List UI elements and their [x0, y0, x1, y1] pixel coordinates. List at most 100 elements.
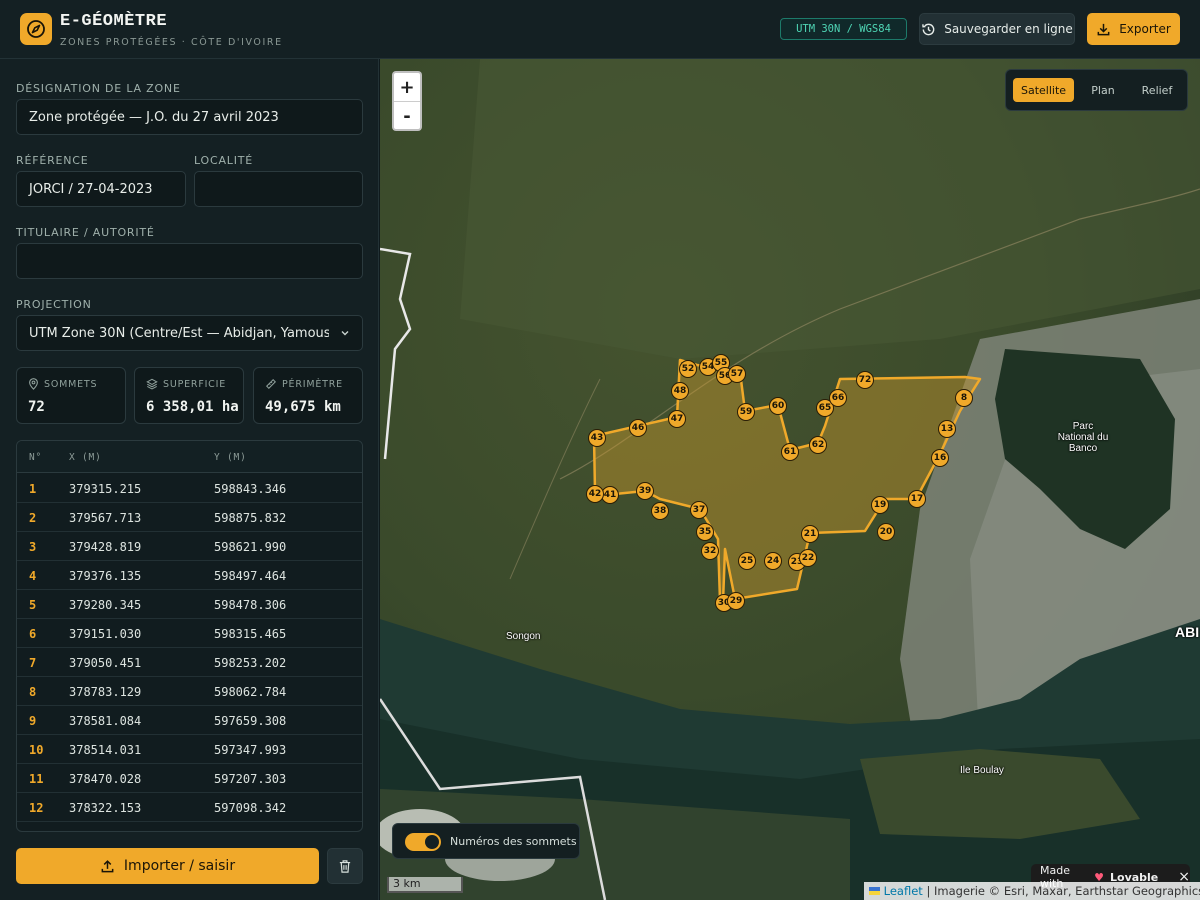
vertex-marker[interactable]: 57 — [728, 365, 746, 383]
vertex-marker[interactable]: 43 — [588, 429, 606, 447]
vertex-y: 598478.306 — [214, 598, 287, 612]
table-row[interactable]: 12 378322.153 597098.342 — [17, 793, 362, 822]
layer-plan-button[interactable]: Plan — [1076, 78, 1130, 102]
table-row[interactable]: 11 378470.028 597207.303 — [17, 764, 362, 793]
table-row[interactable]: 7 379050.451 598253.202 — [17, 648, 362, 677]
vertex-marker[interactable]: 20 — [877, 523, 895, 541]
zoom-out-button[interactable]: - — [394, 102, 420, 131]
compass-icon — [20, 13, 52, 45]
download-icon — [1097, 23, 1110, 35]
toggle-switch[interactable] — [405, 833, 441, 851]
vertex-marker[interactable]: 8 — [955, 389, 973, 407]
vertex-y: 597659.308 — [214, 714, 287, 728]
leaflet-link[interactable]: Leaflet — [884, 884, 923, 898]
projection-select[interactable]: UTM Zone 30N (Centre/Est — Abidjan, Yamo… — [16, 315, 363, 351]
vertex-marker[interactable]: 21 — [801, 525, 819, 543]
save-online-label: Sauvegarder en ligne — [944, 22, 1073, 36]
table-row[interactable]: 3 379428.819 598621.990 — [17, 532, 362, 561]
app-subtitle: ZONES PROTÉGÉES · CÔTE D'IVOIRE — [60, 37, 283, 48]
projection-badge: UTM 30N / WGS84 — [780, 18, 907, 40]
vertex-marker[interactable]: 19 — [871, 496, 889, 514]
vertex-marker[interactable]: 52 — [679, 360, 697, 378]
vertex-number: 5 — [29, 598, 37, 612]
table-row[interactable]: 6 379151.030 598315.465 — [17, 619, 362, 648]
table-header: N° X (M) Y (M) — [17, 441, 362, 473]
column-header-number: N° — [29, 452, 43, 463]
table-row[interactable]: 2 379567.713 598875.832 — [17, 503, 362, 532]
vertex-marker[interactable]: 39 — [636, 482, 654, 500]
history-icon — [922, 23, 935, 35]
table-row[interactable]: 9 378581.084 597659.308 — [17, 706, 362, 735]
reference-label: RÉFÉRENCE — [16, 154, 89, 167]
zoom-in-button[interactable]: + — [394, 73, 420, 102]
vertex-marker[interactable]: 62 — [809, 436, 827, 454]
vertex-y: 598315.465 — [214, 627, 287, 641]
vertex-number: 2 — [29, 511, 37, 525]
vertex-number: 7 — [29, 656, 37, 670]
table-row[interactable]: 5 379280.345 598478.306 — [17, 590, 362, 619]
map-view[interactable]: 72 65 66 59 60 61 62 52 54 55 56 57 48 47 46 43 41 42 39 38… — [380, 59, 1200, 900]
vertex-marker[interactable]: 24 — [764, 552, 782, 570]
vertex-marker[interactable]: 60 — [769, 397, 787, 415]
save-online-button[interactable]: Sauvegarder en ligne — [919, 13, 1075, 45]
vertex-marker[interactable]: 47 — [668, 410, 686, 428]
column-header-x: X (M) — [69, 452, 102, 463]
sidebar: DÉSIGNATION DE LA ZONE Zone protégée — J… — [0, 59, 379, 900]
layer-satellite-button[interactable]: Satellite — [1013, 78, 1074, 102]
vertex-marker[interactable]: 59 — [737, 403, 755, 421]
vertex-marker[interactable]: 72 — [856, 371, 874, 389]
vertex-x: 378783.129 — [69, 685, 142, 699]
map-pin-icon — [29, 378, 38, 390]
vertex-number: 12 — [29, 801, 44, 815]
reference-input[interactable]: JORCI / 27-04-2023 — [16, 171, 186, 207]
export-button[interactable]: Exporter — [1087, 13, 1180, 45]
vertex-marker[interactable]: 13 — [938, 420, 956, 438]
vertex-y: 598621.990 — [214, 540, 287, 554]
import-button[interactable]: Importer / saisir — [16, 848, 319, 884]
designation-label: DÉSIGNATION DE LA ZONE — [16, 82, 181, 95]
delete-button[interactable] — [327, 848, 363, 884]
table-row[interactable]: 1 379315.215 598843.346 — [17, 474, 362, 503]
zoom-controls: + - — [392, 71, 422, 131]
holder-input[interactable] — [16, 243, 363, 279]
vertex-marker[interactable]: 48 — [671, 382, 689, 400]
perimeter-stat-label: PÉRIMÈTRE — [282, 378, 343, 390]
table-row[interactable]: 10 378514.031 597347.993 — [17, 735, 362, 764]
vertex-marker[interactable]: 17 — [908, 490, 926, 508]
layer-relief-button[interactable]: Relief — [1132, 78, 1182, 102]
area-stat-label: SUPERFICIE — [163, 378, 227, 390]
import-label: Importer / saisir — [123, 858, 236, 874]
vertex-y: 598843.346 — [214, 482, 287, 496]
vertex-marker[interactable]: 61 — [781, 443, 799, 461]
vertex-marker[interactable]: 46 — [629, 419, 647, 437]
basemap-switcher: Satellite Plan Relief — [1005, 69, 1188, 111]
vertex-number: 6 — [29, 627, 37, 641]
vertex-marker[interactable]: 32 — [701, 542, 719, 560]
vertex-marker[interactable]: 38 — [651, 502, 669, 520]
designation-input[interactable]: Zone protégée — J.O. du 27 avril 2023 — [16, 99, 363, 135]
layers-icon — [146, 378, 158, 390]
vertex-x: 378470.028 — [69, 772, 142, 786]
vertex-marker[interactable]: 37 — [690, 501, 708, 519]
vertex-numbers-toggle[interactable]: Numéros des sommets — [392, 823, 580, 859]
projection-select-value: UTM Zone 30N (Centre/Est — Abidjan, Yamo… — [29, 325, 329, 341]
table-row[interactable]: 4 379376.135 598497.464 — [17, 561, 362, 590]
vertex-y: 598062.784 — [214, 685, 287, 699]
vertex-marker[interactable]: 25 — [738, 552, 756, 570]
vertex-marker[interactable]: 29 — [727, 592, 745, 610]
ile-boulay-label: Ile Boulay — [960, 765, 1004, 776]
vertex-marker[interactable]: 35 — [696, 523, 714, 541]
table-row[interactable]: 8 378783.129 598062.784 — [17, 677, 362, 706]
vertex-number: 1 — [29, 482, 37, 496]
abidjan-label: ABI — [1175, 624, 1200, 640]
vertex-marker[interactable]: 66 — [829, 389, 847, 407]
vertex-x: 379280.345 — [69, 598, 142, 612]
vertex-marker[interactable]: 42 — [586, 485, 604, 503]
locality-input[interactable] — [194, 171, 363, 207]
vertex-y: 598497.464 — [214, 569, 287, 583]
locality-label: LOCALITÉ — [194, 154, 254, 167]
vertex-marker[interactable]: 22 — [799, 549, 817, 567]
area-stat-value: 6 358,01 ha — [146, 399, 239, 415]
vertex-marker[interactable]: 16 — [931, 449, 949, 467]
perimeter-stat-value: 49,675 km — [265, 399, 341, 415]
